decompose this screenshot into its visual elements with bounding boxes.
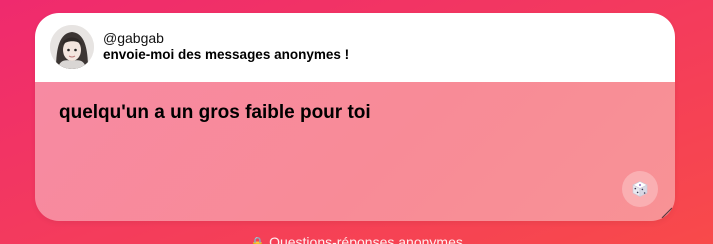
resize-handle[interactable] (661, 207, 673, 219)
avatar (50, 25, 94, 69)
dice-icon (632, 181, 648, 197)
lock-icon: 🔒 (250, 236, 266, 244)
card-header: @gabgab envoie-moi des messages anonymes… (35, 13, 675, 82)
message-card: @gabgab envoie-moi des messages anonymes… (35, 13, 675, 221)
message-input[interactable]: quelqu'un a un gros faible pour toi (59, 102, 639, 124)
message-area[interactable]: quelqu'un a un gros faible pour toi (35, 82, 675, 221)
username: @gabgab (103, 30, 164, 46)
footer-label: Questions-réponses anonymes (269, 234, 463, 244)
prompt-text: envoie-moi des messages anonymes ! (103, 47, 350, 62)
dice-button[interactable] (622, 171, 658, 207)
footer: 🔒 Questions-réponses anonymes (0, 234, 713, 244)
